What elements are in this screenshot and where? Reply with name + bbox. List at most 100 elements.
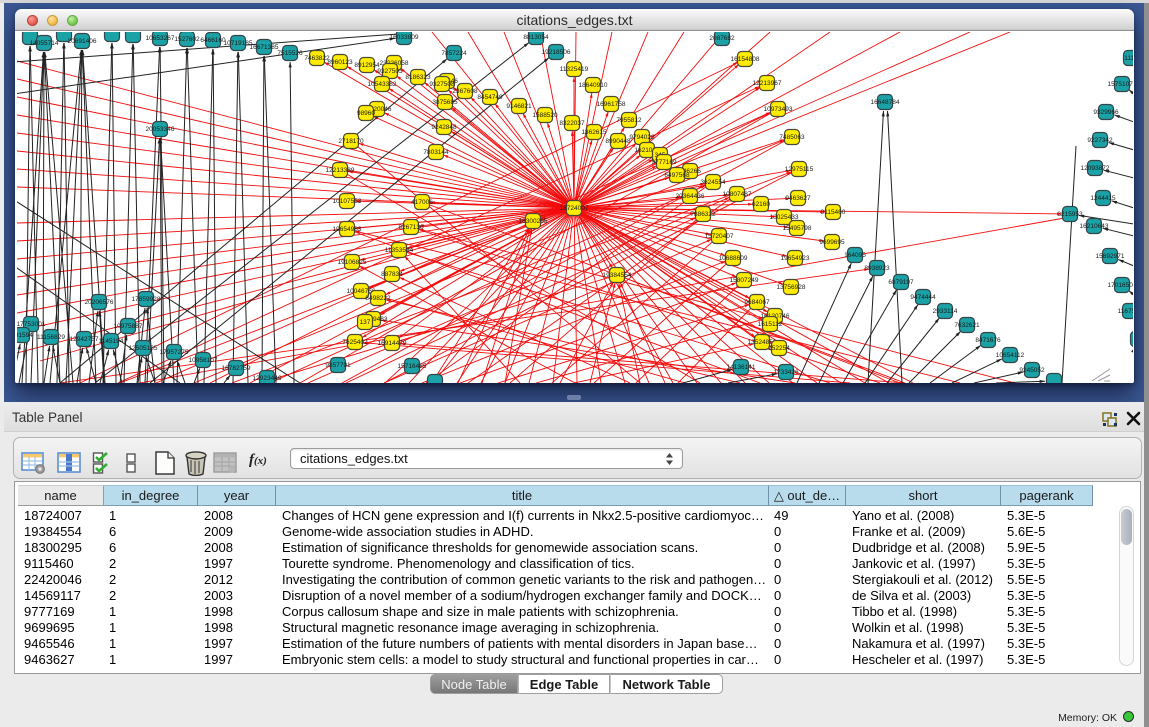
- svg-text:7625402: 7625402: [342, 339, 368, 346]
- svg-text:12975115: 12975115: [785, 166, 814, 173]
- svg-text:10975887: 10975887: [114, 323, 143, 330]
- svg-text:16210643: 16210643: [1080, 223, 1109, 230]
- svg-text:16782759: 16782759: [222, 365, 251, 372]
- svg-text:3215953: 3215953: [1057, 211, 1083, 218]
- svg-text:11353594: 11353594: [385, 247, 414, 254]
- svg-text:8960123: 8960123: [327, 59, 353, 66]
- svg-text:9684067: 9684067: [744, 299, 770, 306]
- svg-text:18300295: 18300295: [519, 218, 548, 225]
- svg-text:8267130: 8267130: [398, 224, 424, 231]
- svg-text:8498222: 8498222: [365, 295, 391, 302]
- svg-text:15495798: 15495798: [783, 225, 812, 232]
- svg-text:9327508: 9327508: [429, 81, 455, 88]
- svg-text:8938923: 8938923: [864, 265, 890, 272]
- svg-text:16154808: 16154808: [731, 56, 760, 63]
- svg-text:17016504: 17016504: [1108, 282, 1133, 289]
- svg-text:9794028: 9794028: [629, 134, 655, 141]
- svg-text:62160: 62160: [752, 201, 770, 208]
- svg-text:7515526: 7515526: [277, 50, 303, 57]
- svg-text:1588520: 1588520: [532, 112, 558, 119]
- svg-text:10958107: 10958107: [189, 357, 218, 364]
- svg-text:12942757: 12942757: [70, 336, 99, 343]
- svg-text:1167533: 1167533: [1118, 308, 1133, 315]
- svg-text:98960: 98960: [357, 110, 375, 117]
- svg-text:7955812: 7955812: [616, 117, 642, 124]
- svg-text:9227342: 9227342: [1087, 137, 1113, 144]
- svg-text:20206576: 20206576: [85, 299, 114, 306]
- svg-text:6466160: 6466160: [200, 37, 226, 44]
- svg-text:16671385: 16671385: [250, 44, 279, 51]
- svg-text:20364436: 20364436: [676, 193, 705, 200]
- svg-text:10543382: 10543382: [368, 81, 397, 88]
- svg-text:9857791: 9857791: [325, 362, 351, 369]
- svg-text:19106825: 19106825: [338, 259, 367, 266]
- svg-text:7803144: 7803144: [423, 149, 449, 156]
- svg-text:2718170: 2718170: [338, 138, 364, 145]
- svg-text:417006: 417006: [411, 199, 433, 206]
- svg-text:9329966: 9329966: [1093, 109, 1119, 116]
- svg-text:11325419: 11325419: [560, 66, 589, 73]
- svg-text:7886322: 7886322: [690, 211, 716, 218]
- svg-text:9474444: 9474444: [910, 294, 936, 301]
- svg-text:10654112: 10654112: [996, 352, 1025, 359]
- svg-text:1733426: 1733426: [773, 369, 799, 376]
- svg-text:9463627: 9463627: [785, 195, 811, 202]
- svg-text:20691406: 20691406: [68, 38, 97, 45]
- svg-text:9242848: 9242848: [431, 124, 457, 131]
- svg-text:20053346: 20053346: [146, 126, 175, 133]
- svg-text:17859928: 17859928: [132, 296, 161, 303]
- svg-text:137: 137: [360, 319, 371, 326]
- svg-text:7857224: 7857224: [441, 50, 467, 57]
- svg-text:9777169: 9777169: [651, 159, 677, 166]
- svg-text:8186323: 8186323: [405, 74, 431, 81]
- svg-text:10688609: 10688609: [719, 255, 748, 262]
- svg-text:7485063: 7485063: [779, 134, 805, 141]
- svg-text:887834: 887834: [381, 271, 403, 278]
- svg-text:7632621: 7632621: [954, 322, 980, 329]
- svg-text:10653267: 10653267: [146, 35, 175, 42]
- svg-text:6497568: 6497568: [664, 172, 690, 179]
- svg-text:13756928: 13756928: [777, 284, 806, 291]
- svg-text:1362615: 1362615: [581, 129, 607, 136]
- svg-text:9245052: 9245052: [1019, 367, 1045, 374]
- svg-text:19384554: 19384554: [603, 272, 632, 279]
- svg-text:252254: 252254: [768, 345, 790, 352]
- svg-text:1527602: 1527602: [174, 36, 200, 43]
- svg-text:15751074: 15751074: [1108, 81, 1133, 88]
- svg-text:8322037: 8322037: [559, 120, 585, 127]
- svg-text:391594: 391594: [17, 332, 33, 339]
- svg-text:18640910: 18640910: [579, 82, 608, 89]
- svg-text:3624554: 3624554: [700, 179, 726, 186]
- svg-text:1112: 1112: [1124, 55, 1133, 62]
- svg-text:2367608: 2367608: [452, 88, 478, 95]
- svg-text:10973493: 10973493: [764, 106, 793, 113]
- svg-text:7463822: 7463822: [304, 55, 330, 62]
- svg-text:15720407: 15720407: [705, 233, 734, 240]
- svg-text:19654983: 19654983: [333, 226, 362, 233]
- svg-text:9115460: 9115460: [821, 209, 846, 216]
- svg-text:16648784: 16648784: [871, 99, 900, 106]
- svg-text:1615112: 1615112: [758, 321, 783, 328]
- svg-text:12505135: 12505135: [129, 345, 158, 352]
- svg-text:12093872: 12093872: [1081, 165, 1110, 172]
- svg-text:8912954: 8912954: [354, 62, 380, 69]
- svg-text:10719185: 10719185: [224, 40, 253, 47]
- svg-text:9146821: 9146821: [506, 103, 532, 110]
- svg-text:10807487: 10807487: [723, 191, 752, 198]
- svg-text:1244415: 1244415: [1090, 195, 1116, 202]
- svg-text:3875685: 3875685: [432, 99, 458, 106]
- svg-text:16914479: 16914479: [378, 340, 407, 347]
- svg-text:164095: 164095: [844, 252, 866, 259]
- svg-text:12213389: 12213389: [326, 167, 355, 174]
- svg-text:19654923: 19654923: [781, 255, 810, 262]
- svg-text:8990448: 8990448: [605, 138, 631, 145]
- svg-text:8471676: 8471676: [975, 337, 1001, 344]
- svg-text:15716485: 15716485: [398, 363, 427, 370]
- svg-text:14055714: 14055714: [30, 40, 59, 47]
- svg-text:10107553: 10107553: [333, 198, 362, 205]
- svg-text:16033809: 16033809: [390, 34, 419, 41]
- svg-text:16961758: 16961758: [597, 101, 626, 108]
- svg-text:8813054: 8813054: [523, 34, 549, 41]
- svg-text:2933114: 2933114: [933, 308, 958, 315]
- svg-text:12923446: 12923446: [253, 375, 282, 382]
